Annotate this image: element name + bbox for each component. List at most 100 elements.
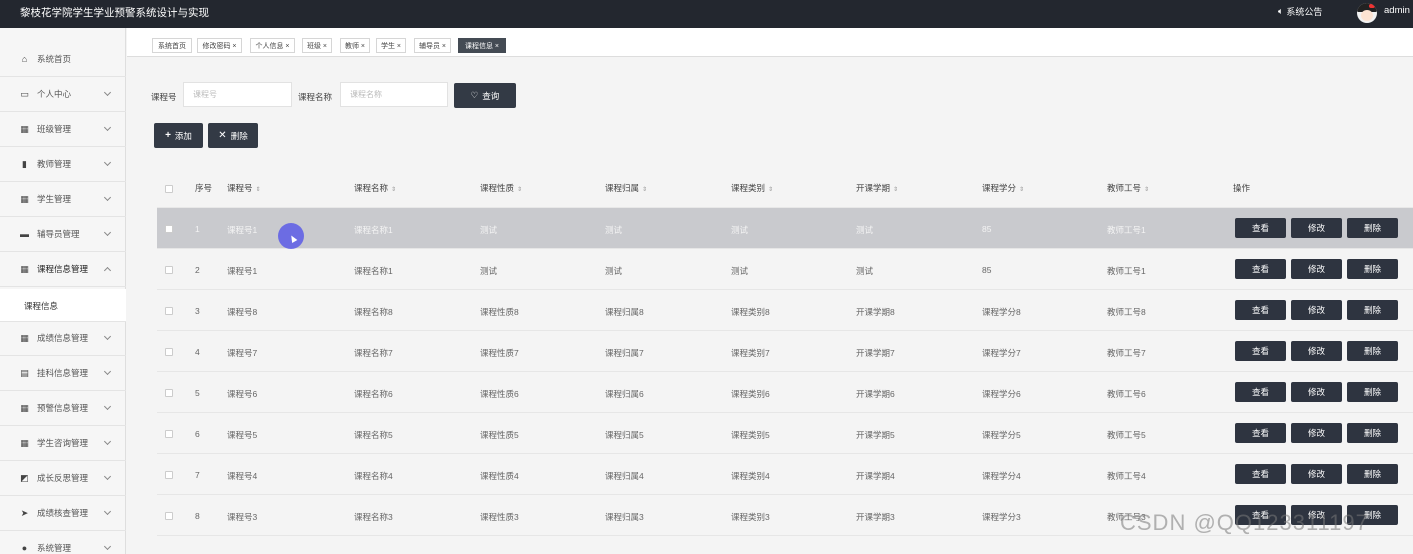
add-button[interactable]: + 添加 [154,123,203,148]
cell-term: 开课学期4 [856,471,895,481]
view-button[interactable]: 查看 [1235,382,1286,402]
course-name-label: 课程名称 [298,92,333,102]
cell-teacher-no: 教师工号1 [1107,225,1146,235]
row-checkbox[interactable] [165,348,173,356]
sidebar-item-label: 课程信息管理 [37,264,89,274]
table-row[interactable]: 2 课程号1 课程名称1 测试 测试 测试 测试 85 教师工号1 查看 修改 删除 [157,249,1413,290]
row-checkbox[interactable] [165,430,173,438]
course-name-input[interactable]: 课程名称 [340,82,448,107]
row-checkbox[interactable] [165,512,173,520]
cell-nature: 课程性质6 [480,389,519,399]
edit-button[interactable]: 修改 [1291,300,1342,320]
header-teacher-no[interactable]: 教师工号 ⇕ [1107,182,1149,194]
username[interactable]: admin [1384,5,1410,16]
tab-3[interactable]: 个人信息 × [250,38,295,53]
row-checkbox[interactable] [165,266,173,274]
course-no-input[interactable]: 课程号 [183,82,292,107]
sidebar-item-13[interactable]: ➤ 成绩核查管理 [0,496,126,531]
delete-button[interactable]: 删除 [1347,341,1398,361]
table-row[interactable]: 5 课程号6 课程名称6 课程性质6 课程归属6 课程类别6 开课学期6 课程学分6 教师工号6… [157,372,1413,413]
sidebar-item-2[interactable]: ▭ 个人中心 [0,77,126,112]
table-row[interactable]: 7 课程号4 课程名称4 课程性质4 课程归属4 课程类别4 开课学期4 课程学分4 教师工号4… [157,454,1413,495]
sidebar-item-3[interactable]: ▦ 班级管理 [0,112,126,147]
sidebar-item-5[interactable]: ▦ 学生管理 [0,182,126,217]
header-term[interactable]: 开课学期 ⇕ [856,182,898,194]
tab-6[interactable]: 学生 × [376,38,406,53]
view-button[interactable]: 查看 [1235,464,1286,484]
table-row[interactable]: 1 课程号1 课程名称1 测试 测试 测试 测试 85 教师工号1 查看 修改 删除 [157,208,1413,249]
row-checkbox[interactable] [165,471,173,479]
delete-button[interactable]: ✕ 删除 [208,123,258,148]
sidebar-item-label: 成长反思管理 [37,473,89,483]
sidebar-item-6[interactable]: ▬ 辅导员管理 [0,217,126,252]
row-checkbox[interactable] [165,225,173,233]
header-category[interactable]: 课程类别 ⇕ [731,182,773,194]
cell-belong: 课程归属7 [605,348,644,358]
view-button[interactable]: 查看 [1235,341,1286,361]
query-button[interactable]: ♡ 查询 [454,83,516,108]
sort-icon: ⇕ [642,187,648,193]
sort-icon: ⇕ [391,187,397,193]
view-button[interactable]: 查看 [1235,218,1286,238]
select-all-checkbox[interactable] [165,185,173,193]
system-notice-link[interactable]: 🔈︎ 系统公告 [1278,5,1322,18]
printer-icon: ▤ [20,367,29,378]
sidebar-item-4[interactable]: ▮ 教师管理 [0,147,126,182]
sidebar-item-label: 系统首页 [37,54,72,64]
cell-course-no: 课程号7 [227,348,258,358]
tab-8[interactable]: 课程信息 × [458,38,506,53]
table-row[interactable]: 6 课程号5 课程名称5 课程性质5 课程归属5 课程类别5 开课学期5 课程学分5 教师工号5… [157,413,1413,454]
view-button[interactable]: 查看 [1235,259,1286,279]
delete-button[interactable]: 删除 [1347,259,1398,279]
sidebar-item-1[interactable]: ⌂ 系统首页 [0,42,126,77]
row-checkbox[interactable] [165,389,173,397]
cell-course-no: 课程号3 [227,512,258,522]
edit-button[interactable]: 修改 [1291,218,1342,238]
avatar[interactable] [1357,3,1377,23]
edit-button[interactable]: 修改 [1291,341,1342,361]
delete-button[interactable]: 删除 [1347,218,1398,238]
sidebar-subitem-course-info[interactable]: 课程信息 [0,289,126,322]
table-row[interactable]: 4 课程号7 课程名称7 课程性质7 课程归属7 课程类别7 开课学期7 课程学分7 教师工号7… [157,331,1413,372]
delete-button[interactable]: 删除 [1347,464,1398,484]
delete-button[interactable]: 删除 [1347,382,1398,402]
edit-button[interactable]: 修改 [1291,259,1342,279]
sidebar-item-8[interactable]: ▦ 成绩信息管理 [0,321,126,356]
header-nature[interactable]: 课程性质 ⇕ [480,182,522,194]
view-button[interactable]: 查看 [1235,300,1286,320]
sidebar-item-14[interactable]: ● 系统管理 [0,531,126,554]
tab-1[interactable]: 系统首页 [152,38,192,53]
edit-button[interactable]: 修改 [1291,464,1342,484]
edit-button[interactable]: 修改 [1291,423,1342,443]
sidebar-item-10[interactable]: ▦ 预警信息管理 [0,391,126,426]
cell-course-name: 课程名称7 [354,348,393,358]
cell-term: 测试 [856,225,874,235]
tab-2[interactable]: 修改密码 × [197,38,242,53]
sidebar-item-7[interactable]: ▦ 课程信息管理 [0,252,126,287]
tab-4[interactable]: 班级 × [302,38,332,53]
cell-credit: 85 [982,265,992,275]
cell-category: 课程类别7 [731,348,770,358]
cell-category: 课程类别8 [731,307,770,317]
header-course-no[interactable]: 课程号 ⇕ [227,182,261,194]
sidebar-item-11[interactable]: ▦ 学生咨询管理 [0,426,126,461]
tab-5[interactable]: 教师 × [340,38,370,53]
edit-button[interactable]: 修改 [1291,382,1342,402]
sort-icon: ⇕ [255,187,261,193]
row-checkbox[interactable] [165,307,173,315]
course-name-placeholder: 课程名称 [350,90,382,99]
chevron-down-icon [103,472,112,481]
sidebar-item-label: 挂科信息管理 [37,368,89,378]
delete-button[interactable]: 删除 [1347,423,1398,443]
header-index: 序号 [195,183,213,193]
sidebar-item-9[interactable]: ▤ 挂科信息管理 [0,356,126,391]
header-belong[interactable]: 课程归属 ⇕ [605,182,647,194]
sidebar-item-12[interactable]: ◩ 成长反思管理 [0,461,126,496]
view-button[interactable]: 查看 [1235,423,1286,443]
tab-7[interactable]: 辅导员 × [414,38,451,53]
header-course-name[interactable]: 课程名称 ⇕ [354,182,396,194]
cell-course-name: 课程名称4 [354,471,393,481]
delete-button[interactable]: 删除 [1347,300,1398,320]
header-credit[interactable]: 课程学分 ⇕ [982,182,1024,194]
table-row[interactable]: 3 课程号8 课程名称8 课程性质8 课程归属8 课程类别8 开课学期8 课程学分8 教师工号8… [157,290,1413,331]
